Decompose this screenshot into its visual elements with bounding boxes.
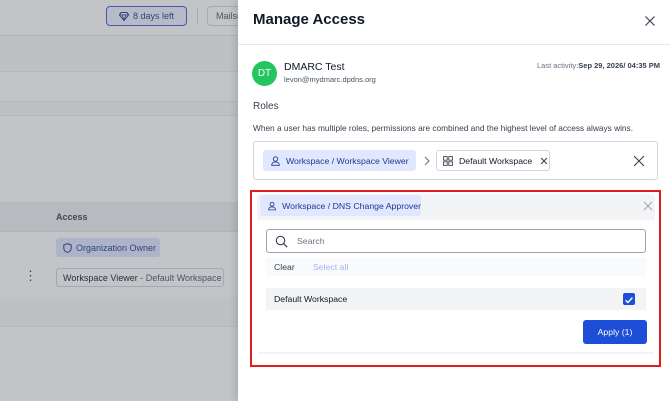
remove-role-icon[interactable] [633, 155, 645, 167]
last-activity-label: Last activity: [537, 61, 579, 70]
last-activity-date: Sep 29, 2026 [578, 61, 624, 70]
divider [238, 44, 670, 45]
role-chip[interactable]: Workspace / Workspace Viewer [263, 150, 416, 171]
roles-note: When a user has multiple roles, permissi… [253, 123, 633, 133]
close-icon[interactable] [643, 201, 653, 211]
manage-access-panel: Manage Access DT DMARC Test levon@mydmar… [238, 0, 670, 401]
user-email: levon@mydmarc.dpdns.org [284, 75, 376, 84]
user-icon [268, 201, 276, 210]
user-icon [271, 155, 280, 166]
user-name: DMARC Test [284, 61, 345, 73]
workspace-option[interactable]: Default Workspace [266, 288, 646, 310]
search-icon [275, 235, 288, 248]
workspace-option-label: Default Workspace [274, 294, 348, 304]
search-box [266, 229, 646, 253]
existing-role-row: Workspace / Workspace Viewer Default Wor… [253, 141, 658, 180]
grid-icon [443, 155, 453, 166]
workspace-option-checkbox[interactable] [623, 293, 635, 305]
role-chip-label: Workspace / Workspace Viewer [286, 155, 409, 166]
dns-role-chip[interactable]: Workspace / DNS Change Approver [260, 195, 421, 216]
chevron-right-icon [424, 156, 430, 166]
last-activity-time: / 04:35 PM [623, 61, 660, 70]
clear-button[interactable]: Clear [274, 262, 295, 272]
last-activity: Last activity:Sep 29, 2026/ 04:35 PM [537, 61, 660, 70]
panel-title: Manage Access [253, 11, 366, 28]
dns-role-chip-label: Workspace / DNS Change Approver [282, 200, 421, 211]
roles-heading: Roles [253, 101, 279, 112]
apply-button[interactable]: Apply (1) [583, 320, 647, 344]
remove-workspace-icon[interactable] [540, 157, 548, 165]
workspace-dropdown: Clear Select all Default Workspace Apply… [257, 220, 655, 352]
avatar: DT [252, 61, 277, 86]
select-all-button[interactable]: Select all [313, 262, 348, 272]
workspace-chip: Default Workspace [436, 150, 550, 171]
search-input[interactable] [297, 233, 637, 249]
close-icon[interactable] [642, 13, 658, 29]
bulk-actions: Clear Select all [266, 258, 646, 276]
workspace-chip-label: Default Workspace [459, 155, 533, 166]
role-editor: Workspace / DNS Change Approver Clear Se… [257, 194, 655, 354]
check-icon [625, 297, 633, 304]
